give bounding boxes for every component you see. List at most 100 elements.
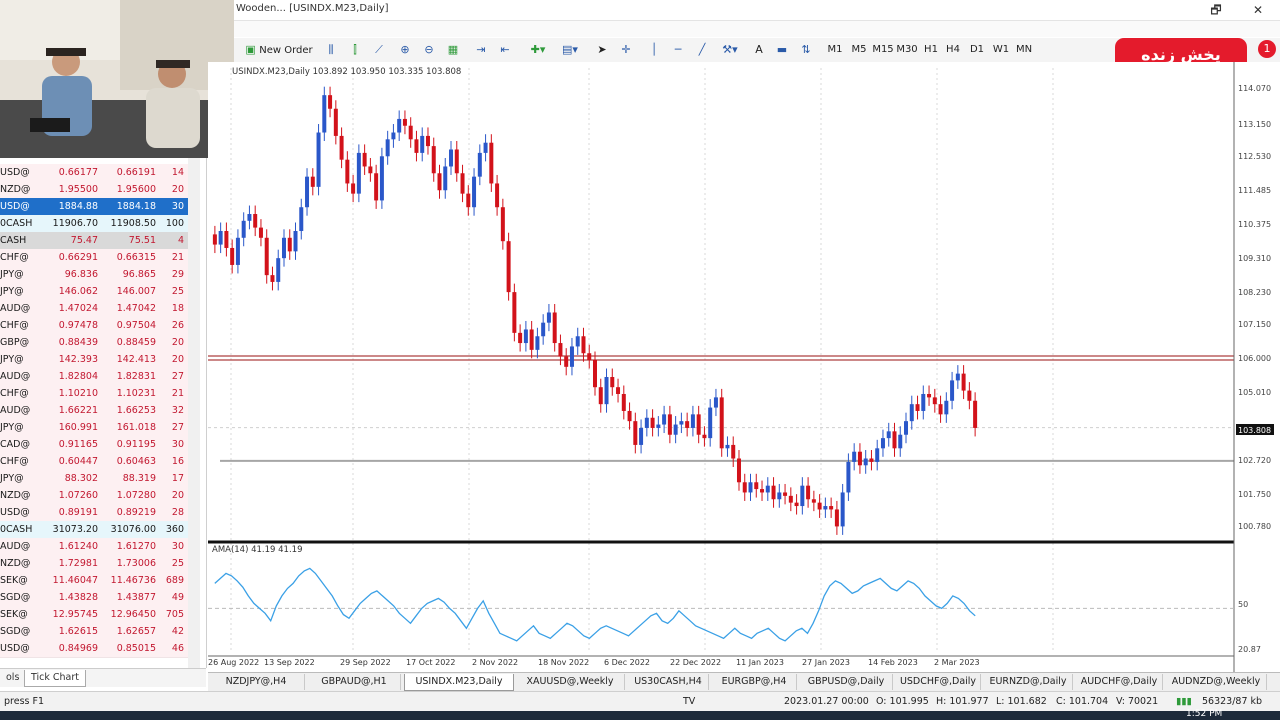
autoscroll-icon[interactable]: ⇤ — [496, 41, 514, 59]
market-watch-row[interactable]: SEK@ 12.95745 12.96450 705 — [0, 606, 200, 624]
chart-tab[interactable]: USINDX.M23,Daily — [404, 674, 514, 691]
chart-tab[interactable]: GBPAUD@,H1 — [308, 674, 401, 690]
chart-tab[interactable]: US30CASH,H4 — [628, 674, 709, 690]
chart-shift-icon[interactable]: ⇥ — [472, 41, 490, 59]
chart-tab[interactable]: USDCHF@,Daily — [896, 674, 981, 690]
chart-tab[interactable]: XAUUSD@,Weekly — [516, 674, 625, 690]
market-watch-bid: 1.72981 — [58, 558, 98, 569]
chart-tab[interactable]: GBPUSD@,Daily — [800, 674, 893, 690]
chart-tab[interactable]: EURNZD@,Daily — [984, 674, 1073, 690]
templates-icon[interactable]: ▤▾ — [558, 41, 582, 59]
chart-tab[interactable]: AUDCHF@,Daily — [1076, 674, 1163, 690]
tf-m5[interactable]: M5 — [850, 41, 868, 59]
market-watch-spr: 21 — [171, 252, 184, 263]
market-watch-row[interactable]: AUD@ 1.82804 1.82831 27 — [0, 368, 200, 386]
market-watch-row[interactable]: NZD@ 1.07260 1.07280 20 — [0, 487, 200, 505]
market-watch-row[interactable]: AUD@ 1.47024 1.47042 18 — [0, 300, 200, 318]
candle-body — [736, 458, 741, 483]
market-watch-row[interactable]: JPY@ 146.062 146.007 25 — [0, 283, 200, 301]
market-watch-row[interactable]: GBP@ 0.88439 0.88459 20 — [0, 334, 200, 352]
market-watch-row[interactable]: 0CASH 11906.70 11908.50 100 — [0, 215, 200, 233]
candle-body — [506, 241, 511, 293]
market-watch-row[interactable]: JPY@ 160.991 161.018 27 — [0, 419, 200, 437]
new-order-button[interactable]: ▣ New Order — [240, 41, 318, 59]
tf-m30[interactable]: M30 — [896, 41, 918, 59]
zoom-in-icon[interactable]: ⊕ — [396, 41, 414, 59]
candlesticks-icon[interactable]: ⫿ — [346, 41, 364, 59]
market-watch-spr: 27 — [171, 371, 184, 382]
market-watch-row[interactable]: 0CASH 31073.20 31076.00 360 — [0, 521, 200, 539]
close-button[interactable]: ✕ — [1248, 1, 1268, 19]
candle-body — [794, 502, 799, 507]
market-watch-row[interactable]: SGD@ 1.62615 1.62657 42 — [0, 623, 200, 641]
market-watch-row[interactable]: JPY@ 142.393 142.413 20 — [0, 351, 200, 369]
market-watch-spr: 26 — [171, 320, 184, 331]
chart-tab[interactable]: NZDJPY@,H4 — [208, 674, 305, 690]
tf-m1[interactable]: M1 — [826, 41, 844, 59]
candle-body — [690, 414, 695, 428]
market-watch-sym: AUD@ — [0, 405, 31, 416]
chart-tab[interactable]: AUDNZD@,Weekly — [1166, 674, 1267, 690]
line-chart-icon[interactable]: ⟋ — [370, 41, 388, 59]
market-watch-row[interactable]: AUD@ 1.61240 1.61270 30 — [0, 538, 200, 556]
candle-body — [518, 332, 523, 344]
market-watch-ask: 1.61270 — [116, 541, 156, 552]
market-watch-row[interactable]: JPY@ 96.836 96.865 29 — [0, 266, 200, 284]
chart-bars-icon[interactable]: ⫼ — [322, 41, 340, 59]
chart-window[interactable]: USINDX.M23,Daily 103.892 103.950 103.335… — [208, 62, 1280, 672]
text-label-icon[interactable]: ▬ — [774, 41, 790, 59]
y-tick-label: 109.310 — [1238, 254, 1271, 263]
text-tool-icon[interactable]: A — [752, 41, 766, 59]
market-watch-bid: 146.062 — [58, 286, 98, 297]
market-watch-ask: 96.865 — [122, 269, 156, 280]
tf-mn[interactable]: MN — [1014, 41, 1034, 59]
market-watch-row[interactable]: CHF@ 0.97478 0.97504 26 — [0, 317, 200, 335]
tile-windows-icon[interactable]: ▦ — [444, 41, 462, 59]
window-title: Wooden... [USINDX.M23,Daily] — [236, 3, 389, 14]
market-watch-sym: CAD@ — [0, 439, 30, 450]
market-watch-row[interactable]: CASH 75.47 75.51 4 — [0, 232, 200, 250]
market-watch-row[interactable]: CHF@ 0.66291 0.66315 21 — [0, 249, 200, 267]
tab-tick-chart[interactable]: Tick Chart — [24, 670, 87, 687]
market-watch-row[interactable]: NZD@ 1.95500 1.95600 20 — [0, 181, 200, 199]
tf-m15[interactable]: M15 — [872, 41, 894, 59]
tf-h4[interactable]: H4 — [944, 41, 962, 59]
market-watch-scrollbar[interactable] — [188, 158, 200, 668]
market-watch-row[interactable]: CHF@ 0.60447 0.60463 16 — [0, 453, 200, 471]
market-watch-row[interactable]: AUD@ 1.66221 1.66253 32 — [0, 402, 200, 420]
price-chart[interactable]: USINDX.M23,Daily 103.892 103.950 103.335… — [208, 62, 1280, 672]
candle-body — [800, 485, 805, 507]
candle-body — [431, 146, 436, 174]
market-watch-row[interactable]: SGD@ 1.43828 1.43877 49 — [0, 589, 200, 607]
market-watch-row[interactable]: CHF@ 1.10210 1.10231 21 — [0, 385, 200, 403]
vertical-line-icon[interactable]: │ — [646, 41, 662, 59]
market-watch-row[interactable]: USD@ 0.84969 0.85015 46 — [0, 640, 200, 658]
chart-tab[interactable]: EURGBP@,H4 — [712, 674, 797, 690]
indicator-tick-label: 20.87 — [1238, 645, 1261, 654]
shapes-icon[interactable]: ⚒▾ — [718, 41, 742, 59]
zoom-out-icon[interactable]: ⊖ — [420, 41, 438, 59]
crosshair-icon[interactable]: ✛ — [618, 41, 634, 59]
trendline-icon[interactable]: ╱ — [694, 41, 710, 59]
market-watch-row[interactable]: JPY@ 88.302 88.319 17 — [0, 470, 200, 488]
market-watch-ask: 1.66253 — [116, 405, 156, 416]
market-watch-row[interactable]: CAD@ 0.91165 0.91195 30 — [0, 436, 200, 454]
tab-symbols[interactable]: ols — [0, 670, 25, 686]
market-watch-row[interactable]: USD@ 1884.88 1884.18 30 — [0, 198, 200, 216]
x-tick-label: 29 Sep 2022 — [340, 658, 391, 667]
indicators-icon[interactable]: ✚▾ — [526, 41, 550, 59]
market-watch-ask: 11908.50 — [110, 218, 156, 229]
arrows-icon[interactable]: ⇅ — [798, 41, 814, 59]
market-watch-row[interactable]: USD@ 0.66177 0.66191 14 — [0, 164, 200, 182]
restore-button[interactable]: 🗗 — [1206, 1, 1226, 19]
y-tick-label: 102.720 — [1238, 456, 1271, 465]
market-watch-row[interactable]: NZD@ 1.72981 1.73006 25 — [0, 555, 200, 573]
horizontal-line-icon[interactable]: ─ — [670, 41, 686, 59]
tf-h1[interactable]: H1 — [922, 41, 940, 59]
candle-body — [783, 492, 788, 496]
cursor-icon[interactable]: ➤ — [594, 41, 610, 59]
market-watch-row[interactable]: USD@ 0.89191 0.89219 28 — [0, 504, 200, 522]
tf-d1[interactable]: D1 — [968, 41, 986, 59]
market-watch-row[interactable]: SEK@ 11.46047 11.46736 689 — [0, 572, 200, 590]
tf-w1[interactable]: W1 — [992, 41, 1010, 59]
